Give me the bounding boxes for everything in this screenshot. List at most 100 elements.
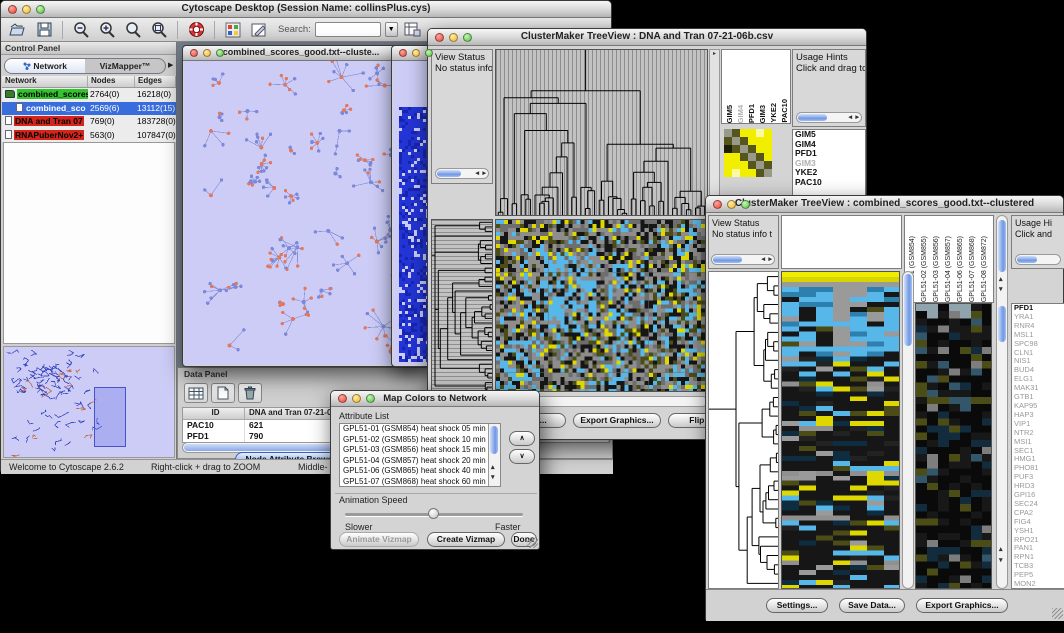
annotation-icon[interactable] [248, 20, 270, 40]
network-view-title-bar[interactable]: combined_scores_good.txt--cluste... [183, 46, 419, 61]
zoom-window-button[interactable] [741, 200, 750, 209]
close-button[interactable] [399, 49, 407, 57]
close-button[interactable] [435, 33, 444, 42]
zoom-selected-icon[interactable] [148, 20, 170, 40]
minimize-button[interactable] [203, 49, 211, 57]
tab-overflow-button[interactable]: ▶ [168, 58, 176, 74]
resize-grip[interactable] [1052, 608, 1063, 619]
close-button[interactable] [338, 394, 347, 403]
matrix-cell [756, 137, 764, 145]
column-label: GPL51-03 (GSM856) [931, 236, 943, 302]
network-tree-row[interactable]: combined_sco2569(6)13112(15) [2, 102, 176, 116]
heatmap-vscrollbar[interactable] [902, 271, 914, 589]
tab-vizmapper[interactable]: VizMapper™ [85, 59, 165, 73]
splitter-strip[interactable]: ▸ [709, 49, 720, 216]
network-canvas[interactable] [184, 61, 418, 365]
delete-attribute-icon[interactable] [238, 383, 262, 403]
usage-hints-scrollbar[interactable]: ◂▸ [796, 112, 862, 123]
settings-button[interactable]: Settings... [766, 598, 828, 613]
save-data-button[interactable]: Save Data... [839, 598, 905, 613]
matrix-cell [764, 153, 772, 161]
animate-vizmap-button[interactable]: Animate Vizmap [339, 532, 419, 547]
network-table-header: Network Nodes Edges [2, 76, 176, 88]
attribute-list-item[interactable]: GPL51-04 (GSM857) heat shock 20 min [340, 456, 500, 467]
new-attribute-icon[interactable] [211, 383, 235, 403]
zoom-out-icon[interactable] [70, 20, 92, 40]
attribute-list-item[interactable]: GPL51-02 (GSM855) heat shock 10 min [340, 435, 500, 446]
column-dendrogram-area[interactable] [781, 215, 902, 269]
similarity-matrix-heatmap[interactable] [724, 129, 772, 177]
move-up-button[interactable]: ∧ [509, 431, 535, 446]
main-title-bar[interactable]: Cytoscape Desktop (Session Name: collins… [1, 1, 611, 18]
desktop: Cytoscape Desktop (Session Name: collins… [0, 0, 1064, 633]
control-panel-header[interactable]: Control Panel [1, 42, 176, 55]
clustered-heatmap[interactable] [495, 219, 708, 392]
minimize-button[interactable] [22, 5, 31, 14]
zoom-window-button[interactable] [36, 5, 45, 14]
network-tree-row[interactable]: combined_scores2764(0)16218(0) [2, 88, 176, 102]
close-button[interactable] [8, 5, 17, 14]
close-button[interactable] [190, 49, 198, 57]
close-button[interactable] [713, 200, 722, 209]
main-window-title: Cytoscape Desktop (Session Name: collins… [1, 3, 611, 14]
network-table: combined_scores2764(0)16218(0)combined_s… [2, 88, 176, 142]
move-down-button[interactable]: ∨ [509, 449, 535, 464]
tab-network[interactable]: Network [5, 59, 85, 73]
minimize-button[interactable] [412, 49, 420, 57]
attribute-list-item[interactable]: GPL51-06 (GSM865) heat shock 40 min [340, 466, 500, 477]
view-status-title: View Status [709, 216, 778, 229]
zoom-window-button[interactable] [366, 394, 375, 403]
search-input[interactable] [315, 22, 381, 37]
search-dropdown-button[interactable]: ▼ [385, 22, 398, 37]
row-dendrogram[interactable] [708, 271, 779, 589]
network-tree-row[interactable]: DNA and Tran 07769(0)183728(0) [2, 115, 176, 129]
matrix-cell [756, 129, 764, 137]
birds-eye-overview[interactable] [3, 346, 175, 458]
expression-heatmap[interactable] [781, 271, 900, 589]
export-graphics-button[interactable]: Export Graphics... [573, 413, 661, 428]
network-tree-empty-area[interactable] [3, 142, 175, 344]
zoom-window-button[interactable] [216, 49, 224, 57]
gene-list-item[interactable]: MON2 [1012, 580, 1064, 589]
attribute-list-item[interactable]: GPL51-07 (GSM868) heat shock 60 min [340, 477, 500, 488]
treeview1-title-bar[interactable]: ClusterMaker TreeView : DNA and Tran 07-… [428, 29, 866, 46]
help-lifesaver-icon[interactable] [185, 20, 207, 40]
gene-list-scrollbar[interactable]: ▴▾ ▴▾ [996, 215, 1008, 589]
slider-thumb[interactable] [428, 508, 439, 519]
save-icon[interactable] [33, 20, 55, 40]
attr-col-id[interactable]: ID [183, 408, 245, 419]
open-folder-icon[interactable] [7, 20, 29, 40]
minimize-button[interactable] [352, 394, 361, 403]
usage-hints-scrollbar[interactable] [1015, 254, 1061, 265]
vizmapper-icon[interactable] [222, 20, 244, 40]
minimize-button[interactable] [727, 200, 736, 209]
attribute-list-scrollbar[interactable]: ▴▾ [488, 424, 500, 486]
view-status-scrollbar[interactable]: ◂▸ [711, 254, 775, 265]
matrix-cell [732, 145, 740, 153]
control-panel-tabs: Network VizMapper™ [4, 58, 166, 74]
attribute-browser-icon[interactable] [402, 20, 424, 40]
overview-viewport-rect[interactable] [94, 387, 126, 447]
column-dendrogram[interactable] [495, 49, 708, 216]
toolbar-separator [62, 21, 63, 39]
gene-list-item[interactable]: PAC10 [793, 178, 865, 188]
zoom-fit-icon[interactable] [122, 20, 144, 40]
minimize-button[interactable] [449, 33, 458, 42]
row-dendrogram[interactable] [431, 219, 493, 395]
select-attributes-icon[interactable] [184, 383, 208, 403]
matrix-cell [724, 153, 732, 161]
create-vizmap-button[interactable]: Create Vizmap [427, 532, 505, 547]
network-tree-row[interactable]: RNAPuberNov2+563(0)107847(0) [2, 129, 176, 143]
dialog-title-bar[interactable]: Map Colors to Network [331, 391, 539, 407]
zoom-in-icon[interactable] [96, 20, 118, 40]
view-status-scrollbar[interactable]: ◂▸ [435, 168, 489, 179]
export-graphics-button[interactable]: Export Graphics... [916, 598, 1008, 613]
treeview2-title-bar[interactable]: ClusterMaker TreeView : combined_scores_… [706, 196, 1063, 213]
zoom-window-button[interactable] [463, 33, 472, 42]
resize-grip[interactable] [527, 537, 538, 548]
attribute-list-item[interactable]: GPL51-01 (GSM854) heat shock 05 min [340, 424, 500, 435]
matrix-cell [756, 153, 764, 161]
selected-cluster-heatmap[interactable] [915, 303, 992, 589]
attribute-list-item[interactable]: GPL51-03 (GSM856) heat shock 15 min [340, 445, 500, 456]
zoom-window-button[interactable] [425, 49, 433, 57]
